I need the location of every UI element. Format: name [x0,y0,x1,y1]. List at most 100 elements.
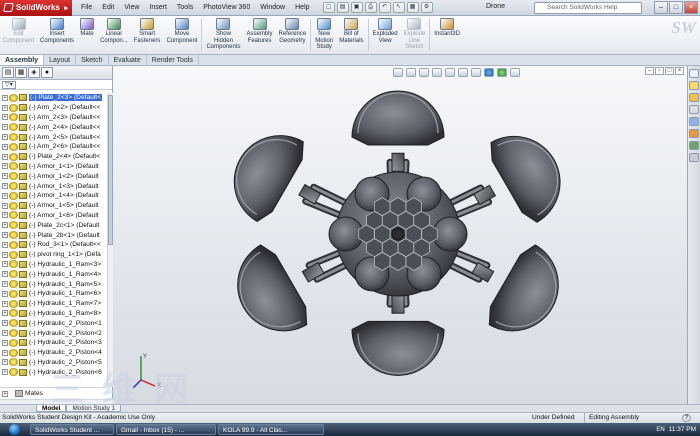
options-icon[interactable]: ⚙ [420,2,433,13]
expand-icon[interactable]: + [2,163,8,170]
expand-icon[interactable]: + [2,339,8,346]
expand-icon[interactable]: + [2,310,8,317]
edit-component-button[interactable]: Edit Component [0,16,37,54]
expand-icon[interactable]: + [2,271,8,278]
mate-button[interactable]: Mate [77,16,97,54]
insert-components-button[interactable]: Insert Components [37,16,77,54]
tree-item[interactable]: + (-) Arm_2<3> (Default<< [0,113,107,123]
feature-tree-tab-icon[interactable]: ▤ [2,67,14,78]
file-explorer-tab-icon[interactable] [689,93,699,102]
expand-icon[interactable]: + [2,114,8,121]
help-icon[interactable]: ? [682,414,691,422]
expand-icon[interactable]: + [2,232,8,239]
tree-item[interactable]: + (-) Hydraulic_1_Ram<4> [0,269,107,279]
expand-icon[interactable]: + [2,290,8,297]
taskbar-button-2[interactable]: Gmail - Inbox (15) - ... [116,424,216,435]
menu-view[interactable]: View [119,4,144,11]
smart-fasteners-button[interactable]: Smart Fasteners [131,16,164,54]
tree-item[interactable]: + (-) Hydraulic_1_Ram<5> [0,279,107,289]
taskbar-button-1[interactable]: SolidWorks Student ... [30,424,114,435]
expand-icon[interactable]: + [2,222,8,229]
explode-line-sketch-button[interactable]: Explode Line Sketch [401,16,429,54]
graphics-area[interactable]: – ▫ □ × Y X [113,66,687,404]
language-indicator[interactable]: EN [656,427,664,433]
tree-item[interactable]: + (-) Armor_1<5> (Default [0,201,107,211]
expand-icon[interactable]: + [2,212,8,219]
tree-item[interactable]: + (-) Hydraulic_2_Piston<2 [0,328,107,338]
expand-icon[interactable]: + [2,349,8,356]
search-results-tab-icon[interactable] [689,105,699,114]
tree-item[interactable]: + (-) Plate_2b<1> (Default [0,230,107,240]
search-help-input[interactable]: Search SolidWorks Help [534,2,642,14]
drone-assembly-model[interactable] [113,66,687,404]
menu-tools[interactable]: Tools [172,4,198,11]
maximize-button[interactable]: □ [669,1,683,14]
tree-item[interactable]: + (-) Hydraulic_2_Piston<3 [0,338,107,348]
rebuild-icon[interactable]: ▦ [406,2,419,13]
appearance-tab-icon[interactable]: ● [41,67,53,78]
expand-icon[interactable]: + [2,94,8,101]
show-hidden-components-button[interactable]: Show Hidden Components [203,16,243,54]
open-icon[interactable]: ▤ [336,2,349,13]
tree-item[interactable]: + (-) Arm_2<4> (Default<< [0,122,107,132]
exploded-view-button[interactable]: Exploded View [370,16,401,54]
expand-icon[interactable]: + [2,143,8,150]
tree-filter[interactable]: ▽▾ [0,80,112,90]
tree-item[interactable]: + (-) Armor_1<4> (Default [0,191,107,201]
expand-icon[interactable]: + [2,261,8,268]
select-icon[interactable]: ↖ [392,2,405,13]
expand-icon[interactable]: + [2,202,8,209]
tree-item[interactable]: + (-) Arm_2<2> (Default<< [0,103,107,113]
custom-properties-tab-icon[interactable] [689,141,699,150]
expand-icon[interactable]: + [2,281,8,288]
new-motion-study-button[interactable]: New Motion Study [312,16,336,54]
tree-item[interactable]: + (-) Hydraulic_1_Ram<8> [0,309,107,319]
reference-geometry-button[interactable]: Reference Geometry [276,16,310,54]
minimize-button[interactable]: – [654,1,668,14]
expand-icon[interactable]: + [2,300,8,307]
tree-item[interactable]: + (-) Hydraulic_1_Ram<6> [0,289,107,299]
expand-icon[interactable]: + [2,241,8,248]
tree-item[interactable]: + (-) Arm_2<5> (Default<< [0,132,107,142]
menu-file[interactable]: File [76,4,97,11]
filter-icon[interactable]: ▽▾ [2,80,16,89]
expand-icon[interactable]: + [2,124,8,131]
tab-render-tools[interactable]: Render Tools [147,55,199,65]
assembly-features-button[interactable]: Assembly Features [244,16,276,54]
close-button[interactable]: × [684,1,698,14]
expand-icon[interactable]: + [2,369,8,376]
expand-icon[interactable]: + [2,153,8,160]
bill-of-materials-button[interactable]: Bill of Materials [336,16,366,54]
tree-item[interactable]: + (-) Hydraulic_2_Piston<4 [0,348,107,358]
tree-item[interactable]: + (-) Armor_1<6> (Default [0,211,107,221]
tab-layout[interactable]: Layout [44,55,77,65]
tab-assembly[interactable]: Assembly [0,55,45,65]
tree-item[interactable]: + (-) Arm_2<6> (Default<< [0,142,107,152]
save-icon[interactable]: ▣ [350,2,363,13]
tab-model[interactable]: Model [36,405,67,412]
tab-motion-study-1[interactable]: Motion Study 1 [66,405,122,412]
tree-item[interactable]: + (-) Armor_1<3> (Default [0,181,107,191]
menu-help[interactable]: Help [290,4,314,11]
tree-item[interactable]: + (-) Plate_2c<1> (Default [0,220,107,230]
tree-item[interactable]: + (-) Hydraulic_2_Piston<1 [0,318,107,328]
expand-icon[interactable]: + [2,134,8,141]
tree-item[interactable]: + (-) Armor_1<1> (Default [0,162,107,172]
move-component-button[interactable]: Move Component [163,16,200,54]
tree-item[interactable]: + (-) Plate_2<3> (Default< [0,93,107,103]
expand-icon[interactable]: + [2,173,8,180]
tree-item[interactable]: + (-) Hydraulic_1_Ram<7> [0,299,107,309]
expand-icon[interactable]: + [2,251,8,258]
solidworks-logo-button[interactable]: SolidWorks ▸ [0,0,72,16]
tab-sketch[interactable]: Sketch [76,55,109,65]
tree-item[interactable]: + (-) Plate_2<4> (Default< [0,152,107,162]
instant3d-button[interactable]: Instant3D [431,16,463,54]
menu-insert[interactable]: Insert [144,4,172,11]
tree-item[interactable]: + (-) pivot ring_1<1> (Defa [0,250,107,260]
toolbox-tab-icon[interactable] [689,153,699,162]
taskbar-button-3[interactable]: KOLA 99.9 - All Clas... [218,424,324,435]
expand-icon[interactable]: + [2,390,8,397]
expand-icon[interactable]: + [2,320,8,327]
menu-photoview-360[interactable]: PhotoView 360 [198,4,255,11]
tree-item[interactable]: + (-) Hydraulic_1_Ram<3> [0,260,107,270]
